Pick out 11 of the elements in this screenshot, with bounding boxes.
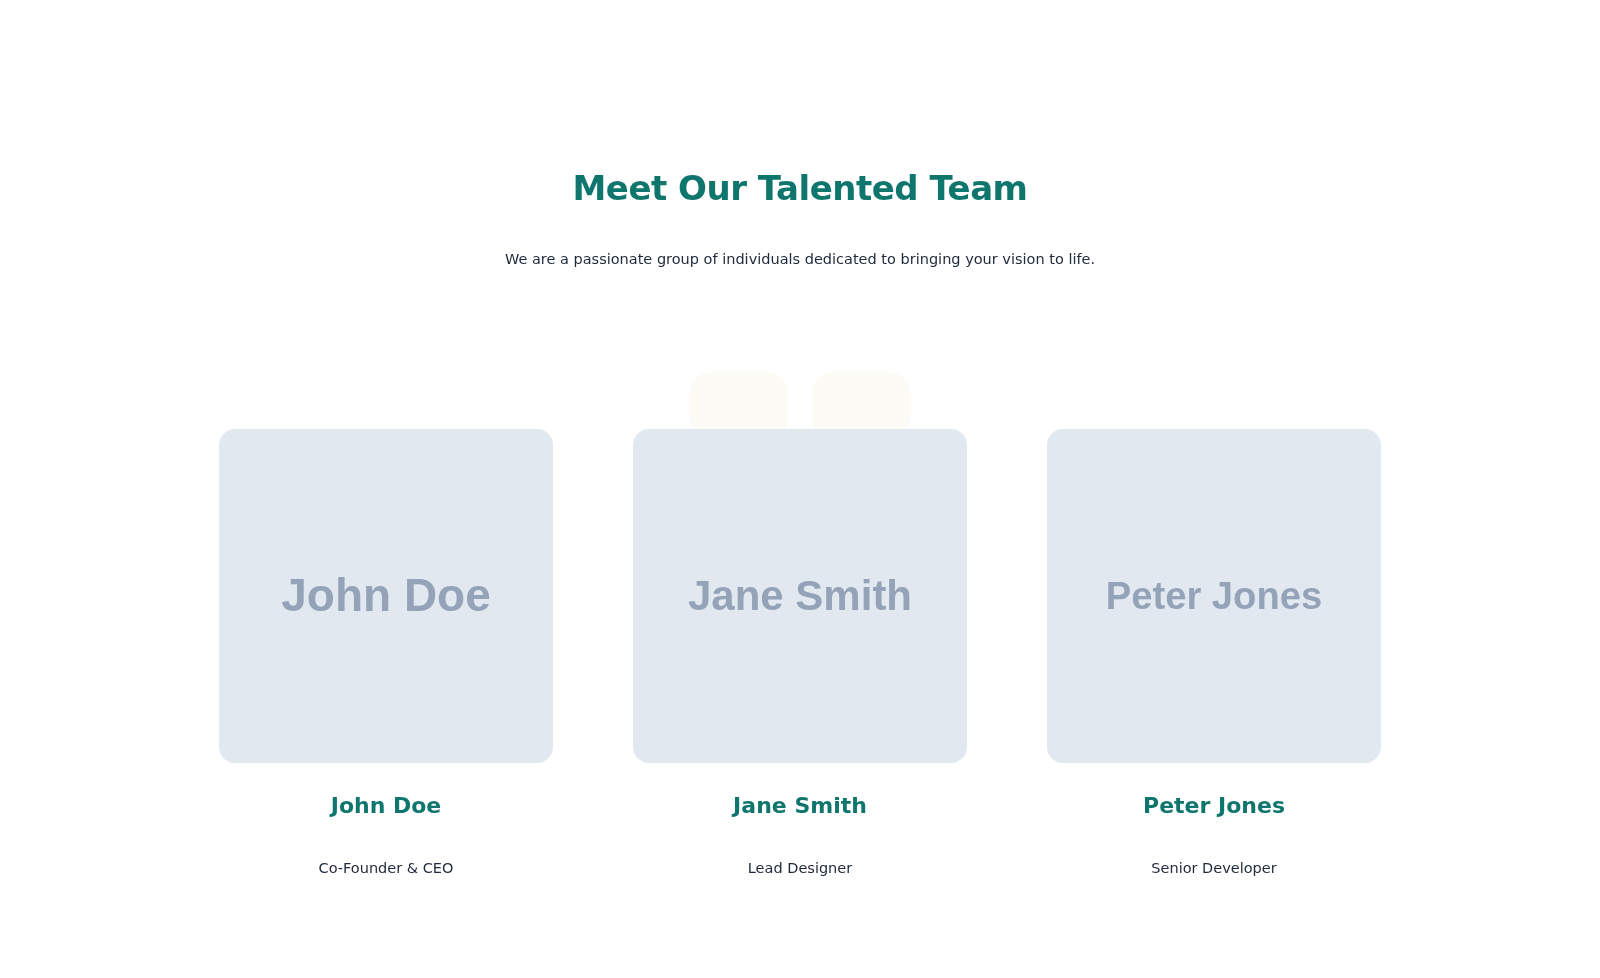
member-name: Jane Smith [730,791,868,820]
section-subtitle: We are a passionate group of individuals dedicated to bringing your vision to life. [503,249,1097,269]
member-name: John Doe [328,791,443,820]
member-role: Co-Founder & CEO [317,858,455,878]
placeholder-text: Peter Jones [1105,572,1323,619]
section-title: Meet Our Talented Team [571,168,1029,209]
member-name: Peter Jones [1142,791,1286,820]
member-role: Lead Designer [746,858,854,878]
member-role: Senior Developer [1150,858,1278,878]
placeholder-text: Jane Smith [687,571,913,622]
placeholder-text: John Doe [281,568,491,624]
